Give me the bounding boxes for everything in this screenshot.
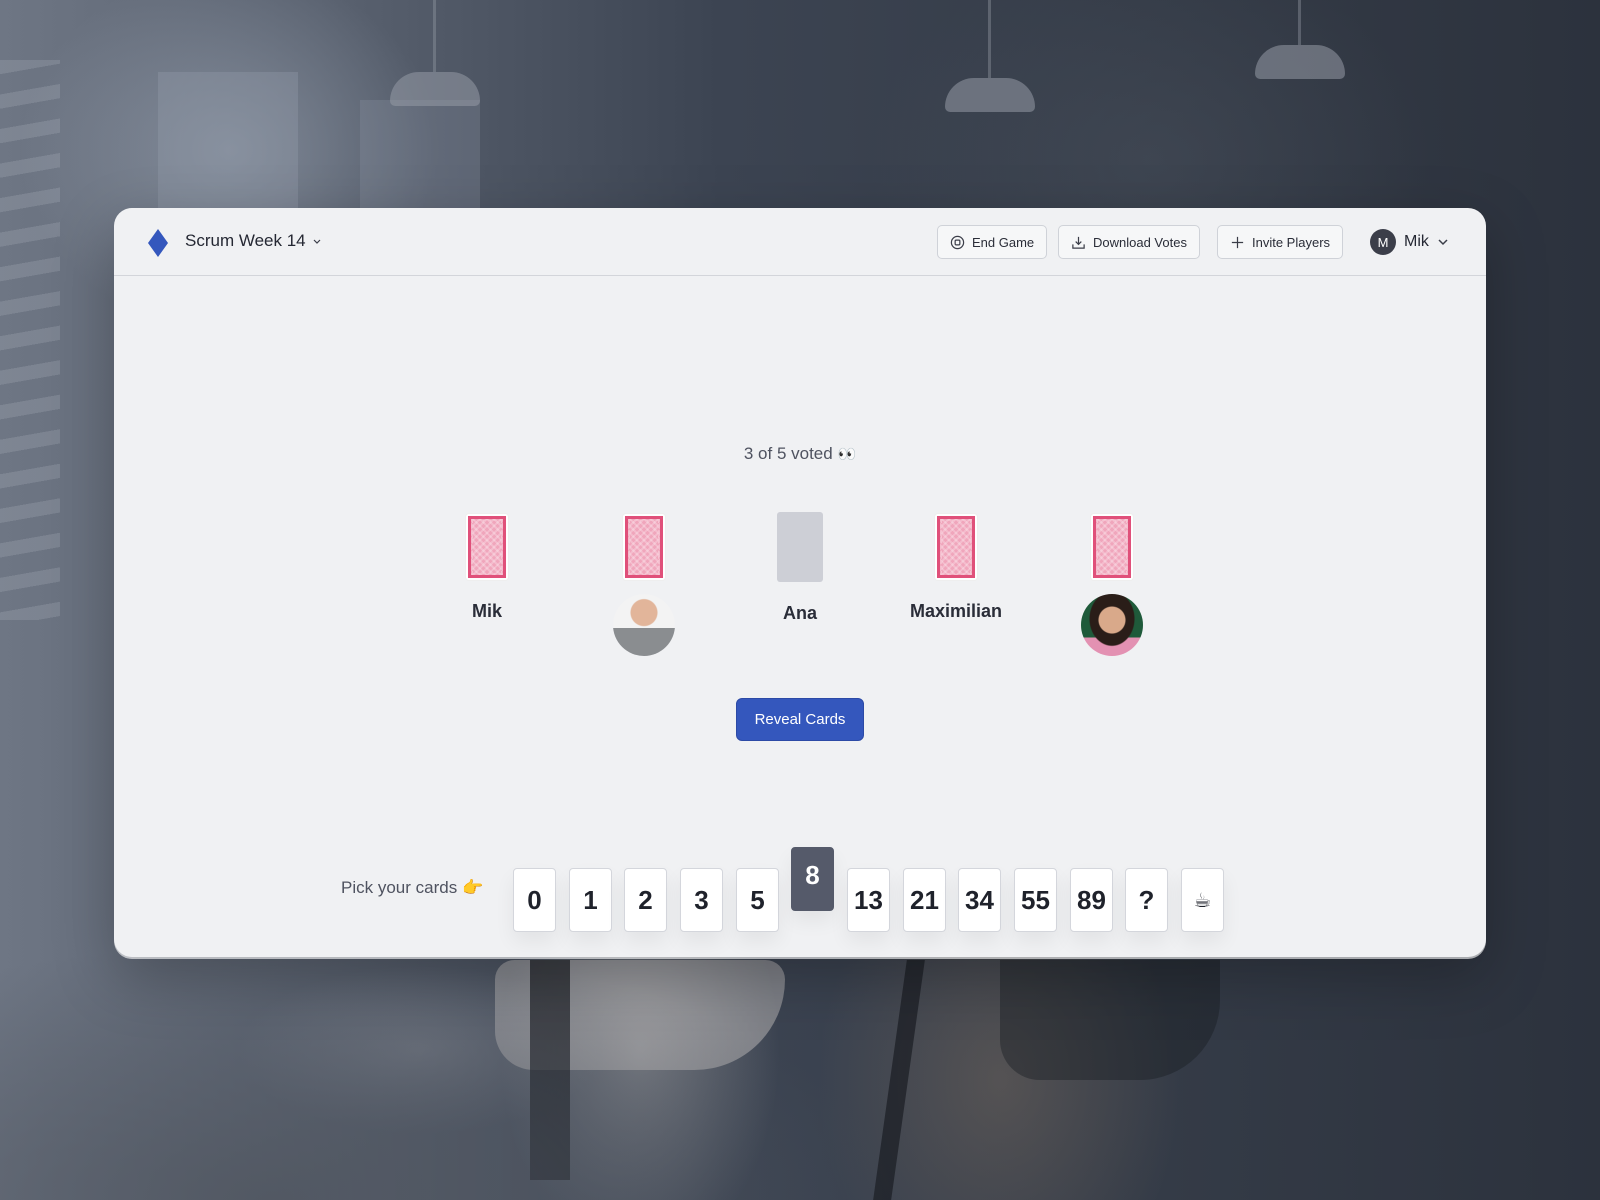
bg-window bbox=[360, 100, 480, 210]
invite-players-button[interactable]: Invite Players bbox=[1217, 225, 1344, 259]
vote-status: 3 of 5 voted 👀 bbox=[114, 444, 1486, 464]
player-name: Ana bbox=[782, 603, 817, 623]
game-title: Scrum Week 14 bbox=[185, 231, 306, 250]
bg-window bbox=[158, 72, 298, 212]
card-back bbox=[466, 514, 508, 580]
header: Scrum Week 14 End Game Download Votes In… bbox=[114, 208, 1486, 276]
deck-card-coffee[interactable]: ☕ bbox=[1181, 868, 1224, 932]
stop-circle-icon bbox=[950, 235, 965, 249]
player-seat bbox=[1042, 514, 1182, 656]
eyes-icon: 👀 bbox=[837, 446, 857, 463]
invite-players-label: Invite Players bbox=[1252, 234, 1331, 250]
coffee-icon: ☕ bbox=[1193, 889, 1212, 912]
bg-lamp bbox=[390, 0, 480, 106]
deck-card[interactable]: 13 bbox=[847, 868, 890, 932]
player-seat: Mik bbox=[417, 514, 557, 622]
card-back bbox=[623, 514, 665, 580]
card-back bbox=[935, 514, 977, 580]
player-name: Maximilian bbox=[909, 601, 1003, 621]
user-menu[interactable]: M Mik bbox=[1370, 228, 1449, 256]
card-back bbox=[1091, 514, 1133, 580]
bg-person bbox=[1000, 960, 1220, 1080]
player-seat bbox=[574, 514, 714, 656]
bg-lamp bbox=[945, 0, 1035, 112]
diamond-logo-icon bbox=[148, 229, 168, 257]
pick-cards-label: Pick your cards 👉 bbox=[341, 878, 483, 898]
user-name: Mik bbox=[1404, 233, 1429, 250]
end-game-label: End Game bbox=[972, 234, 1035, 250]
user-avatar: M bbox=[1370, 229, 1396, 255]
pointing-hand-icon: 👉 bbox=[461, 878, 484, 897]
player-seat: Ana bbox=[730, 512, 870, 624]
deck-card[interactable]: 55 bbox=[1014, 868, 1057, 932]
deck-card[interactable]: 21 bbox=[903, 868, 946, 932]
deck-card[interactable]: ? bbox=[1125, 868, 1168, 932]
player-avatar bbox=[613, 594, 675, 656]
chevron-down-icon bbox=[313, 239, 321, 244]
bg-lamp bbox=[1255, 0, 1345, 79]
reveal-cards-button[interactable]: Reveal Cards bbox=[736, 698, 864, 741]
chevron-down-icon bbox=[1438, 239, 1448, 246]
pick-cards-text: Pick your cards bbox=[341, 878, 458, 897]
download-icon bbox=[1072, 236, 1085, 249]
download-votes-label: Download Votes bbox=[1093, 234, 1187, 250]
game-title-dropdown[interactable]: Scrum Week 14 bbox=[185, 231, 322, 251]
deck-card-selected[interactable]: 8 bbox=[791, 847, 834, 911]
bg-blinds bbox=[0, 60, 60, 620]
deck-card[interactable]: 89 bbox=[1070, 868, 1113, 932]
end-game-button[interactable]: End Game bbox=[937, 225, 1048, 259]
player-name: Mik bbox=[471, 601, 502, 621]
deck-card[interactable]: 34 bbox=[958, 868, 1001, 932]
plus-icon bbox=[1231, 236, 1244, 248]
player-avatar bbox=[1081, 594, 1143, 656]
game-panel: Scrum Week 14 End Game Download Votes In… bbox=[114, 208, 1486, 957]
deck-card[interactable]: 3 bbox=[680, 868, 723, 932]
download-votes-button[interactable]: Download Votes bbox=[1058, 225, 1200, 259]
deck-card[interactable]: 1 bbox=[569, 868, 612, 932]
deck-card[interactable]: 2 bbox=[624, 868, 667, 932]
deck-card[interactable]: 5 bbox=[736, 868, 779, 932]
deck-card[interactable]: 0 bbox=[513, 868, 556, 932]
bg-haze bbox=[0, 940, 900, 1200]
player-seat: Maximilian bbox=[886, 514, 1026, 622]
card-placeholder bbox=[777, 512, 823, 582]
vote-status-text: 3 of 5 voted bbox=[743, 444, 833, 463]
